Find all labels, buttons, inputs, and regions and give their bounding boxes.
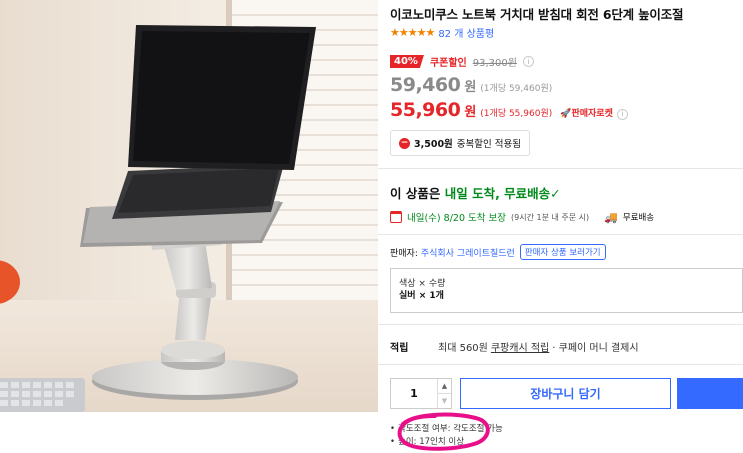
delivery-headline-prefix: 이 상품은 xyxy=(390,186,445,201)
delivery-date-row: 내일(수) 8/20 도착 보장 (9시간 1분 내 주문 시) 🚚 무료배송 xyxy=(390,210,654,224)
divider xyxy=(378,364,743,365)
truck-icon: 🚚 xyxy=(604,210,618,224)
divider xyxy=(378,234,743,235)
regular-unit-price: (1개당 59,460원) xyxy=(480,84,553,94)
divider xyxy=(378,168,743,169)
info-icon[interactable]: i xyxy=(616,108,628,120)
rating-row: ★★★★★ 82 개 상품평 xyxy=(390,25,494,40)
coupon-price-currency: 원 xyxy=(464,105,477,120)
star-rating-icon: ★★★★★ xyxy=(390,25,435,39)
check-icon: ✓ xyxy=(550,186,561,201)
spec-item: 각도조절 여부: 각도조절 가능 xyxy=(390,423,503,436)
coupon-discount-row: 40% 쿠폰할인 93,300원 i xyxy=(390,54,534,69)
option-value: 실버 × 1개 xyxy=(399,291,444,301)
buy-now-button[interactable] xyxy=(677,378,743,409)
duplicate-discount-text: 중복할인 적용됨 xyxy=(456,139,521,150)
coupon-unit-price: (1개당 55,960원) xyxy=(480,109,553,119)
quantity-value[interactable]: 1 xyxy=(391,379,437,408)
duplicate-discount-amount: 3,500원 xyxy=(414,139,453,150)
review-count-link[interactable]: 82 개 상품평 xyxy=(438,25,494,40)
delivery-date: 내일(수) 8/20 도착 보장 xyxy=(407,213,506,224)
delivery-cutoff-note: (9시간 1분 내 주문 시) xyxy=(511,212,590,222)
minus-circle-icon: − xyxy=(399,137,410,149)
add-to-cart-button[interactable]: 장바구니 담기 xyxy=(460,378,671,409)
quantity-arrows: ▲ ▼ xyxy=(437,379,451,408)
product-info-panel: 이코노미쿠스 노트북 거치대 받침대 회전 6단계 높이조절 ★★★★★ 82 … xyxy=(378,0,743,453)
rocket-icon: 🚀 xyxy=(560,109,572,119)
seller-name-link[interactable]: 주식회사 그레이트칠드런 xyxy=(421,246,515,259)
coupon-price: 55,960 원 (1개당 55,960원) 🚀판매자로켓 i xyxy=(390,99,628,121)
coupang-cash-link[interactable]: 쿠팡캐시 적립 xyxy=(491,339,549,354)
duplicate-discount-box[interactable]: − 3,500원 중복할인 적용됨 xyxy=(390,130,530,156)
quantity-stepper[interactable]: 1 ▲ ▼ xyxy=(390,378,452,409)
reward-amount: 최대 560원 xyxy=(438,343,488,354)
spec-item: 높이: 17인치 이상 xyxy=(390,436,503,449)
seller-row: 판매자: 주식회사 그레이트칠드런 판매자 상품 보러가기 xyxy=(390,244,606,260)
seller-label: 판매자: xyxy=(390,248,418,259)
original-price: 93,300원 xyxy=(472,58,517,69)
coupon-label: 쿠폰할인 xyxy=(429,58,467,69)
divider xyxy=(378,324,743,325)
info-icon[interactable]: i xyxy=(522,56,534,67)
regular-price-value: 59,460 xyxy=(390,74,461,96)
product-title: 이코노미쿠스 노트북 거치대 받침대 회전 6단계 높이조절 xyxy=(390,7,684,22)
free-shipping-label: 무료배송 xyxy=(622,213,655,223)
coupon-price-value: 55,960 xyxy=(390,99,461,121)
seller-rocket-badge: 🚀판매자로켓 xyxy=(560,106,613,119)
selected-option-box[interactable]: 색상 × 수량 실버 × 1개 xyxy=(390,268,743,313)
product-image[interactable] xyxy=(0,0,378,412)
regular-price-currency: 원 xyxy=(464,80,477,95)
reward-condition: · 쿠페이 머니 결제시 xyxy=(552,343,639,354)
discount-percent-badge: 40% xyxy=(390,55,424,68)
calendar-icon xyxy=(390,211,402,223)
quantity-up-icon[interactable]: ▲ xyxy=(438,379,451,393)
quantity-down-icon[interactable]: ▼ xyxy=(438,393,451,408)
seller-products-button[interactable]: 판매자 상품 보러가기 xyxy=(519,244,606,260)
regular-price: 59,460 원 (1개당 59,460원) xyxy=(390,74,552,96)
delivery-headline-green: 내일 도착, 무료배송 xyxy=(444,186,551,201)
spec-list: 각도조절 여부: 각도조절 가능 높이: 17인치 이상 xyxy=(390,423,503,449)
seller-rocket-label: 판매자로켓 xyxy=(571,109,613,119)
reward-row: 적립 최대 560원 쿠팡캐시 적립 · 쿠페이 머니 결제시 xyxy=(390,339,639,354)
option-key: 색상 × 수량 xyxy=(399,279,446,289)
reward-label: 적립 xyxy=(390,343,409,354)
delivery-headline: 이 상품은 내일 도착, 무료배송✓ xyxy=(390,183,561,202)
